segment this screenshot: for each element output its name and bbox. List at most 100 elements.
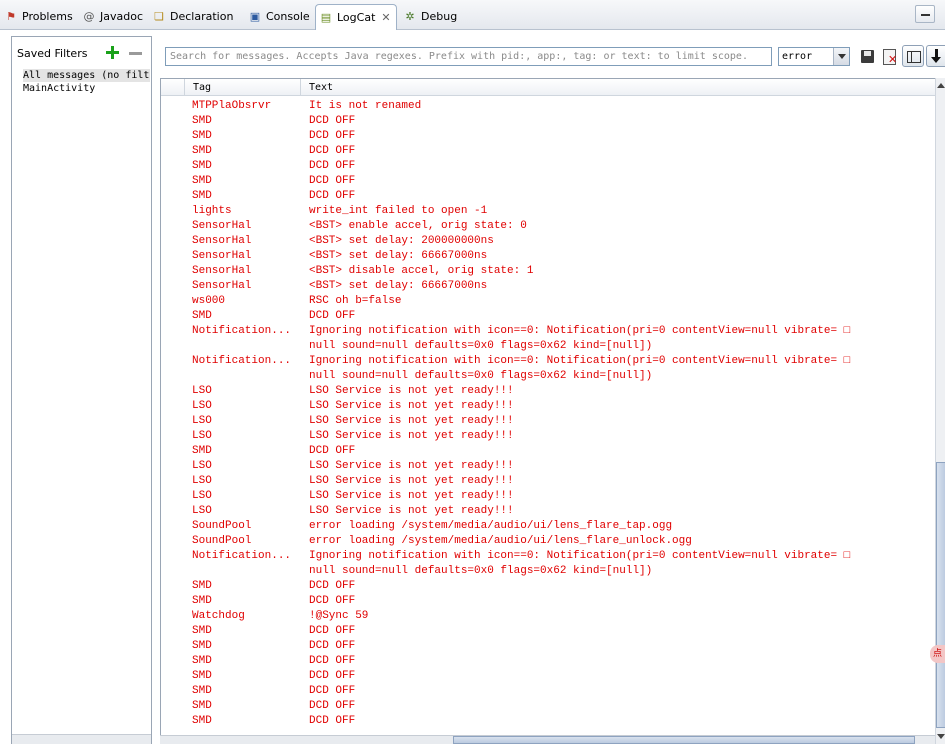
log-tag: Watchdog	[192, 610, 245, 622]
column-header-text[interactable]: Text	[301, 79, 931, 96]
table-row[interactable]: SMD DCD OFF	[161, 684, 937, 699]
log-text: LSO Service is not yet ready!!!	[309, 490, 514, 502]
view-tab-bar: ⚑ Problems @ Javadoc ❏ Declaration ▣ Con…	[0, 0, 945, 30]
log-tag: SMD	[192, 640, 212, 652]
tab-console[interactable]: ▣ Console	[248, 4, 310, 28]
table-row[interactable]: SMD DCD OFF	[161, 444, 937, 459]
toggle-saved-filters-button[interactable]	[902, 45, 924, 67]
log-text: LSO Service is not yet ready!!!	[309, 385, 514, 397]
filter-item-mainactivity[interactable]: MainActivity	[23, 82, 150, 95]
filter-item-all-messages[interactable]: All messages (no filters)	[23, 69, 150, 82]
tab-javadoc[interactable]: @ Javadoc	[82, 4, 144, 28]
table-row[interactable]: SoundPool error loading /system/media/aud…	[161, 519, 937, 534]
table-row[interactable]: SoundPool error loading /system/media/aud…	[161, 534, 937, 549]
table-row[interactable]: Watchdog !@Sync 59	[161, 609, 937, 624]
log-tag: SMD	[192, 700, 212, 712]
table-row[interactable]: SMD DCD OFF	[161, 114, 937, 129]
debug-icon: ✲	[405, 9, 415, 23]
horizontal-scroll-thumb[interactable]	[453, 736, 915, 744]
search-input[interactable]	[165, 47, 772, 66]
table-row[interactable]: LSO LSO Service is not yet ready!!!	[161, 429, 937, 444]
close-tab-icon[interactable]: ✕	[381, 11, 390, 24]
table-row[interactable]: Notification... Ignoring notification wit…	[161, 354, 937, 384]
table-row[interactable]: SMD DCD OFF	[161, 714, 937, 729]
table-row[interactable]: SMD DCD OFF	[161, 129, 937, 144]
log-table-header: Tag Text	[161, 79, 937, 96]
log-tag: ws000	[192, 295, 226, 307]
table-row[interactable]: SMD DCD OFF	[161, 639, 937, 654]
filters-horizontal-scrollbar[interactable]	[12, 734, 151, 744]
table-row[interactable]: ws000 RSC oh b=false	[161, 294, 937, 309]
tab-label: LogCat	[337, 11, 376, 24]
table-row[interactable]: SensorHal <BST> set delay: 200000000ns	[161, 234, 937, 249]
logcat-icon: ▤	[320, 11, 332, 24]
table-row[interactable]: SMD DCD OFF	[161, 669, 937, 684]
log-text: write_int failed to open -1	[309, 205, 488, 217]
minimize-view-button[interactable]	[915, 5, 935, 23]
log-tag: Notification...	[192, 355, 292, 367]
side-badge[interactable]: 点	[930, 645, 945, 663]
log-text: LSO Service is not yet ready!!!	[309, 505, 514, 517]
table-row[interactable]: SMD DCD OFF	[161, 624, 937, 639]
vertical-scroll-thumb[interactable]	[936, 462, 945, 728]
log-tag: SMD	[192, 115, 212, 127]
log-text: DCD OFF	[309, 445, 356, 457]
table-row[interactable]: SensorHal <BST> set delay: 66667000ns	[161, 279, 937, 294]
tab-declaration[interactable]: ❏ Declaration	[152, 4, 233, 28]
table-row[interactable]: MTPPlaObsrvr It is not renamed	[161, 99, 937, 114]
table-row[interactable]: SMD DCD OFF	[161, 144, 937, 159]
add-filter-icon[interactable]	[106, 46, 119, 59]
table-row[interactable]: LSO LSO Service is not yet ready!!!	[161, 504, 937, 519]
declaration-icon: ❏	[154, 9, 164, 23]
log-text: error loading /system/media/audio/ui/len…	[309, 535, 692, 547]
table-row[interactable]: LSO LSO Service is not yet ready!!!	[161, 384, 937, 399]
tab-debug[interactable]: ✲ Debug	[403, 4, 457, 28]
scroll-down-icon[interactable]	[936, 728, 945, 744]
save-icon[interactable]	[858, 46, 878, 67]
log-tag: SMD	[192, 580, 212, 592]
tab-logcat[interactable]: ▤ LogCat ✕	[315, 4, 397, 30]
table-row[interactable]: SMD DCD OFF	[161, 654, 937, 669]
table-row[interactable]: LSO LSO Service is not yet ready!!!	[161, 414, 937, 429]
table-row[interactable]: SMD DCD OFF	[161, 699, 937, 714]
table-row[interactable]: SMD DCD OFF	[161, 579, 937, 594]
log-horizontal-scrollbar[interactable]	[160, 735, 935, 744]
chevron-down-icon[interactable]	[833, 48, 849, 65]
scroll-up-icon[interactable]	[936, 78, 945, 94]
log-text: DCD OFF	[309, 685, 356, 697]
log-tag: SMD	[192, 160, 212, 172]
log-tag: LSO	[192, 490, 212, 502]
scroll-lock-button[interactable]	[926, 45, 945, 67]
table-row[interactable]: SMD DCD OFF	[161, 159, 937, 174]
table-row[interactable]: LSO LSO Service is not yet ready!!!	[161, 474, 937, 489]
log-tag: SoundPool	[192, 520, 252, 532]
column-header-tag[interactable]: Tag	[185, 79, 301, 96]
table-row[interactable]: SensorHal <BST> disable accel, orig state…	[161, 264, 937, 279]
table-row[interactable]: SensorHal <BST> set delay: 66667000ns	[161, 249, 937, 264]
tab-label: Console	[266, 9, 310, 23]
table-row[interactable]: lights write_int failed to open -1	[161, 204, 937, 219]
table-row[interactable]: LSO LSO Service is not yet ready!!!	[161, 459, 937, 474]
table-row[interactable]: SMD DCD OFF	[161, 174, 937, 189]
table-row[interactable]: LSO LSO Service is not yet ready!!!	[161, 399, 937, 414]
log-text: RSC oh b=false	[309, 295, 402, 307]
table-row[interactable]: LSO LSO Service is not yet ready!!!	[161, 489, 937, 504]
log-table: Tag Text MTPPlaObsrvr It is not renamed SM…	[160, 78, 945, 744]
log-rows: MTPPlaObsrvr It is not renamed SMD DCD OFF S…	[161, 99, 937, 729]
column-header-blank[interactable]	[161, 79, 185, 96]
tab-problems[interactable]: ⚑ Problems	[4, 4, 73, 28]
table-row[interactable]: SMD DCD OFF	[161, 594, 937, 609]
saved-filters-panel: Saved Filters All messages (no filters) …	[11, 36, 152, 744]
remove-filter-icon[interactable]	[129, 52, 142, 55]
log-tag: SensorHal	[192, 280, 252, 292]
table-row[interactable]: SMD DCD OFF	[161, 309, 937, 324]
log-tag: SensorHal	[192, 235, 252, 247]
table-row[interactable]: SensorHal <BST> enable accel, orig state:…	[161, 219, 937, 234]
log-text: DCD OFF	[309, 655, 356, 667]
table-row[interactable]: SMD DCD OFF	[161, 189, 937, 204]
log-level-select[interactable]: error	[778, 47, 850, 66]
table-row[interactable]: Notification... Ignoring notification wit…	[161, 549, 937, 579]
log-tag: SMD	[192, 145, 212, 157]
clear-log-icon[interactable]	[880, 46, 900, 67]
table-row[interactable]: Notification... Ignoring notification wit…	[161, 324, 937, 354]
